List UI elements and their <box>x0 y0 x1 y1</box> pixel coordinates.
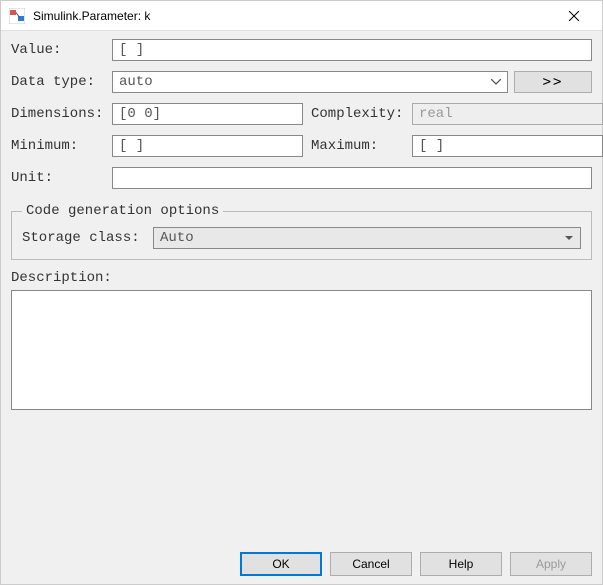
datatype-select[interactable]: auto <box>112 71 508 93</box>
simulink-icon <box>9 8 25 24</box>
ok-button[interactable]: OK <box>240 552 322 576</box>
datatype-label: Data type: <box>11 74 106 90</box>
dialog-footer: OK Cancel Help Apply <box>11 548 592 576</box>
storage-class-value: Auto <box>160 230 194 246</box>
minimum-label: Minimum: <box>11 138 106 154</box>
chevron-down-icon <box>562 231 576 245</box>
chevron-down-icon <box>489 75 503 89</box>
minimum-input[interactable] <box>112 135 303 157</box>
description-label: Description: <box>11 270 112 286</box>
maximum-input[interactable] <box>412 135 603 157</box>
close-icon <box>569 11 579 21</box>
dimensions-input[interactable] <box>112 103 303 125</box>
dimensions-label: Dimensions: <box>11 106 106 122</box>
unit-input[interactable] <box>112 167 592 189</box>
datatype-expand-button[interactable]: >> <box>514 71 592 93</box>
titlebar: Simulink.Parameter: k <box>1 1 602 31</box>
maximum-label: Maximum: <box>311 138 406 154</box>
codegen-fieldset: Code generation options Storage class: A… <box>11 203 592 260</box>
complexity-label: Complexity: <box>311 106 406 122</box>
description-textarea[interactable] <box>11 290 592 410</box>
codegen-legend: Code generation options <box>22 203 223 219</box>
value-label: Value: <box>11 42 106 58</box>
help-button[interactable]: Help <box>420 552 502 576</box>
storage-class-select[interactable]: Auto <box>153 227 581 249</box>
unit-label: Unit: <box>11 170 106 186</box>
window-title: Simulink.Parameter: k <box>33 9 554 23</box>
apply-button[interactable]: Apply <box>510 552 592 576</box>
cancel-button[interactable]: Cancel <box>330 552 412 576</box>
dialog-content: Value: Data type: auto >> Dimensions: Co… <box>1 31 602 584</box>
complexity-input <box>412 103 603 125</box>
storage-class-label: Storage class: <box>22 230 147 246</box>
value-input[interactable] <box>112 39 592 61</box>
datatype-value: auto <box>119 74 153 90</box>
close-button[interactable] <box>554 2 594 30</box>
